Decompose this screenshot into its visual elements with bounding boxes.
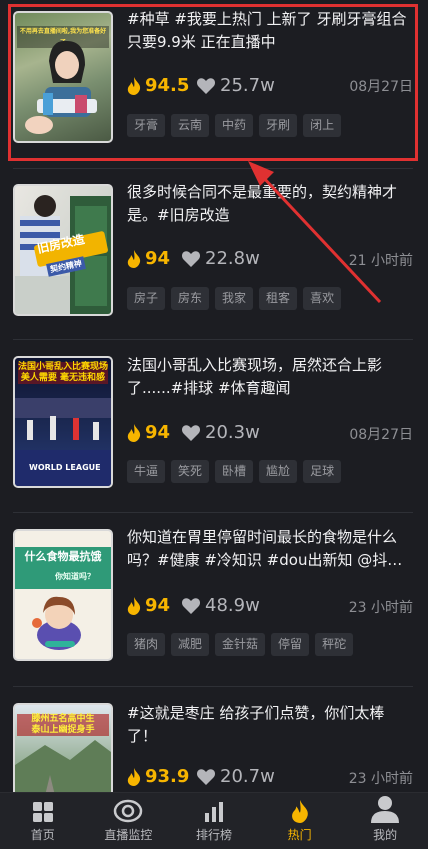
mountain-crowd-illustration [15, 740, 111, 792]
tab-hot[interactable]: 热门 [257, 793, 343, 849]
tag[interactable]: 租客 [259, 287, 298, 310]
like-count: 48.9w [182, 595, 260, 616]
divider [13, 512, 413, 513]
video-title[interactable]: 法国小哥乱入比赛现场，居然还合上影了......#排球 #体育趣闻 [127, 354, 413, 400]
video-title[interactable]: #种草 #我要上热门 上新了 牙刷牙膏组合只要9.9米 正在直播中 [127, 8, 413, 54]
user-icon [371, 796, 400, 823]
bar-chart-icon [204, 802, 223, 822]
tag[interactable]: 猪肉 [127, 633, 166, 656]
divider [13, 168, 413, 169]
post-time: 21 小时前 [348, 253, 413, 269]
like-count: 20.3w [182, 422, 260, 443]
like-count: 20.7w [197, 766, 275, 787]
tag-list: 牙膏 云南 中药 牙刷 闭上 [127, 114, 342, 137]
post-time: 23 小时前 [348, 771, 413, 787]
tag[interactable]: 牙膏 [127, 114, 166, 137]
tab-profile[interactable]: 我的 [342, 793, 428, 849]
tag[interactable]: 房东 [171, 287, 210, 310]
heart-icon [197, 77, 215, 94]
tag[interactable]: 足球 [303, 460, 342, 483]
like-count: 25.7w [197, 75, 275, 96]
tag[interactable]: 笑死 [171, 460, 210, 483]
post-time: 08月27日 [349, 79, 413, 95]
tag[interactable]: 云南 [171, 114, 210, 137]
heart-icon [182, 597, 200, 614]
heart-icon [182, 250, 200, 267]
tag[interactable]: 减肥 [171, 633, 210, 656]
video-thumbnail[interactable]: 旧房改造 契约精神 [13, 184, 113, 316]
eye-icon [114, 799, 143, 823]
renovation-illustration [15, 195, 111, 314]
tag[interactable]: 卧槽 [215, 460, 254, 483]
tag[interactable]: 中药 [215, 114, 254, 137]
tag[interactable]: 停留 [271, 633, 310, 656]
tag[interactable]: 秤砣 [315, 633, 354, 656]
hot-score: 93.9 [127, 766, 189, 787]
tag[interactable]: 牙刷 [259, 114, 298, 137]
post-time: 23 小时前 [348, 600, 413, 616]
flame-icon [127, 767, 141, 786]
heart-icon [197, 768, 215, 785]
flame-icon [291, 800, 308, 823]
thumbnail-subcaption: WORLD LEAGUE [29, 463, 101, 472]
flame-icon [127, 423, 141, 442]
video-thumbnail[interactable]: 不用再去直播间啦,我为您准备好了 [13, 11, 113, 143]
tag[interactable]: 喜欢 [303, 287, 342, 310]
tag-list: 牛逼 笑死 卧槽 尴尬 足球 [127, 460, 342, 483]
hot-score: 94 [127, 248, 170, 269]
tag-list: 猪肉 减肥 金针菇 停留 秤砣 [127, 633, 354, 656]
cartoon-girl-illustration [32, 596, 81, 650]
video-title[interactable]: #这就是枣庄 给孩子们点赞，你们太棒了！ [127, 702, 413, 748]
tag-list: 房子 房东 我家 租客 喜欢 [127, 287, 342, 310]
tag[interactable]: 牛逼 [127, 460, 166, 483]
tab-label: 首页 [30, 828, 55, 842]
hot-score: 94.5 [127, 75, 189, 96]
like-count: 22.8w [182, 248, 260, 269]
tab-label: 排行榜 [195, 828, 232, 842]
tag[interactable]: 我家 [215, 287, 254, 310]
tab-rankings[interactable]: 排行榜 [171, 793, 257, 849]
tab-live-monitor[interactable]: 直播监控 [86, 793, 172, 849]
home-grid-icon [32, 802, 53, 822]
flame-icon [127, 76, 141, 95]
tag[interactable]: 尴尬 [259, 460, 298, 483]
flame-icon [127, 249, 141, 268]
tab-home[interactable]: 首页 [0, 793, 86, 849]
video-title[interactable]: 你知道在胃里停留时间最长的食物是什么吗？#健康 #冷知识 #dou出新知 @抖音… [127, 526, 413, 572]
tag[interactable]: 金针菇 [215, 633, 266, 656]
tag[interactable]: 闭上 [303, 114, 342, 137]
tag[interactable]: 房子 [127, 287, 166, 310]
tab-label: 热门 [287, 828, 312, 842]
hot-score: 94 [127, 422, 170, 443]
bottom-tab-bar: 首页 直播监控 排行榜 热门 我的 [0, 792, 428, 849]
video-thumbnail[interactable]: 法国小哥乱入比赛现场 美人需要 毫无违和感 WORLD LEAGUE [13, 356, 113, 488]
divider [13, 339, 413, 340]
divider [13, 686, 413, 687]
heart-icon [182, 424, 200, 441]
hot-feed-list[interactable]: 不用再去直播间啦,我为您准备好了 #种草 #我要上热门 上新了 牙刷牙膏组合只要… [0, 0, 428, 792]
video-thumbnail[interactable]: 什么食物最抗饿 你知道吗？ [13, 529, 113, 661]
hot-score: 94 [127, 595, 170, 616]
person-with-products-illustration [25, 40, 97, 134]
post-time: 08月27日 [349, 427, 413, 443]
video-title[interactable]: 很多时候合同不是最重要的，契约精神才是。#旧房改造 [127, 181, 413, 227]
tab-label: 我的 [373, 828, 398, 842]
video-thumbnail[interactable]: 滕州五名高中生 泰山上幽捉身手 [13, 703, 113, 792]
tab-label: 直播监控 [104, 828, 153, 842]
flame-icon [127, 596, 141, 615]
